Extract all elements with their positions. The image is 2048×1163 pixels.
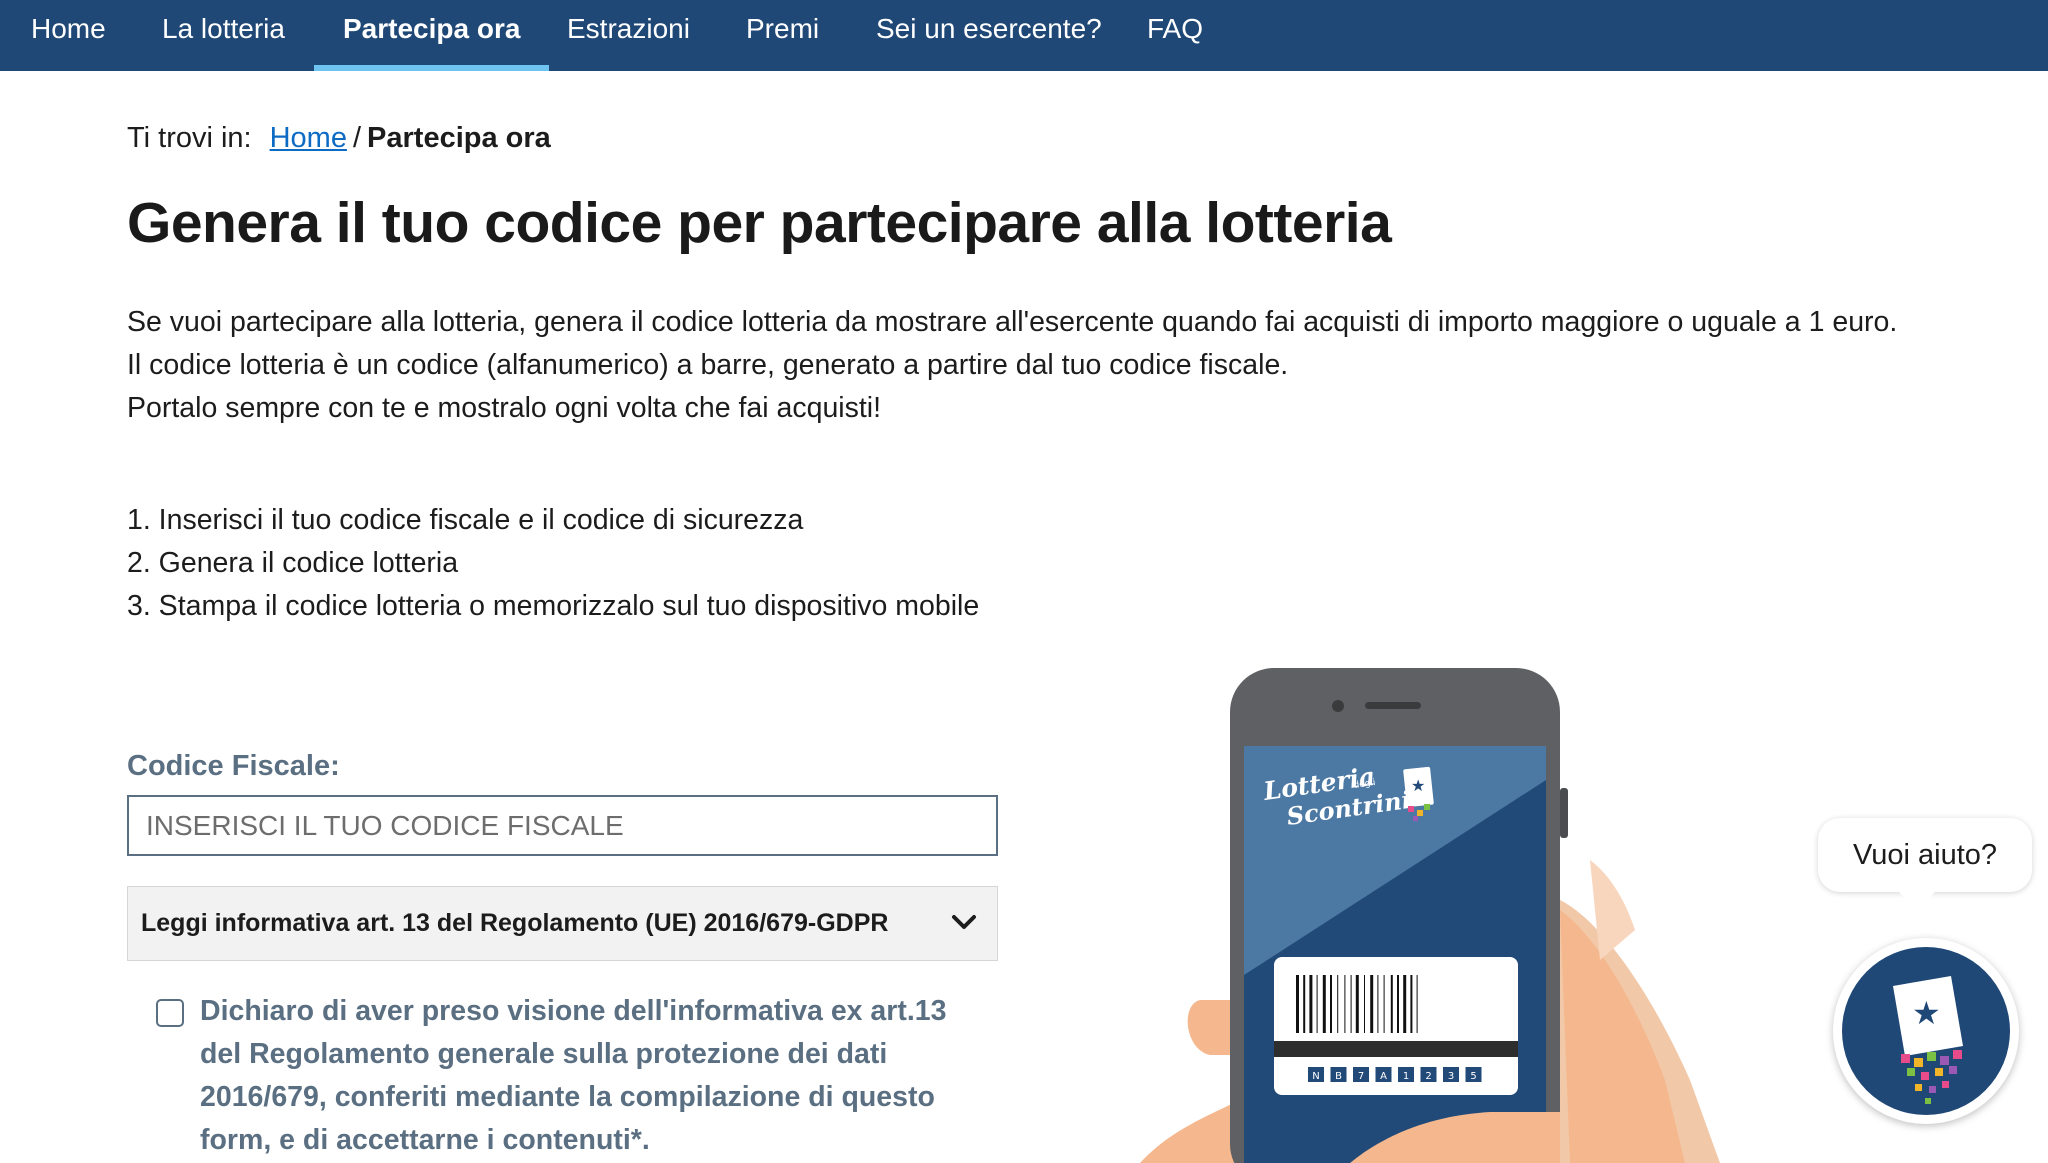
nav-item-estrazioni[interactable]: Estrazioni (567, 0, 690, 71)
breadcrumb: Ti trovi in: Home / Partecipa ora (127, 118, 551, 158)
steps-list: 1. Inserisci il tuo codice fiscale e il … (127, 499, 979, 628)
barcode-bar (1410, 975, 1413, 1033)
barcode-bar (1377, 975, 1379, 1033)
phone-camera (1332, 700, 1344, 712)
phone-illustration: Lotteria degli Scontrini ★ NB7A1235 (1140, 668, 1720, 1163)
step-item: 1. Inserisci il tuo codice fiscale e il … (127, 504, 804, 536)
codice-fiscale-label: Codice Fiscale: (127, 750, 340, 782)
consent-text: Dichiaro di aver preso visione dell'info… (200, 995, 947, 1156)
thumb-shape (1187, 1000, 1230, 1055)
page-title: Genera il tuo codice per partecipare all… (127, 191, 1392, 255)
barcode-bar (1322, 975, 1326, 1033)
barcode-bar (1296, 975, 1299, 1033)
logo-pixel (1424, 804, 1430, 810)
phone-side-button (1560, 788, 1568, 838)
nav-item-sei-un-esercente[interactable]: Sei un esercente? (876, 0, 1102, 71)
barcode-bar (1403, 975, 1407, 1033)
phone-speaker (1365, 702, 1421, 709)
code-char: 1 (1403, 1071, 1409, 1082)
logo-star-icon: ★ (1411, 776, 1425, 795)
code-char: B (1335, 1071, 1342, 1082)
logo-pixel (1413, 816, 1418, 821)
chevron-down-icon (952, 915, 976, 929)
barcode-bar (1383, 975, 1385, 1033)
nav-item-faq[interactable]: FAQ (1147, 0, 1203, 71)
barcode-bar (1330, 975, 1332, 1033)
consent-checkbox[interactable] (156, 999, 184, 1027)
svg-text:★: ★ (1912, 994, 1941, 1032)
step-item: 3. Stampa il codice lotteria o memorizza… (127, 590, 980, 622)
logo-pixel (1408, 806, 1414, 812)
code-char: 5 (1470, 1071, 1476, 1082)
barcode-bar (1350, 975, 1352, 1033)
code-char: N (1312, 1071, 1319, 1082)
barcode-bar (1397, 975, 1399, 1033)
code-char: 7 (1358, 1071, 1364, 1082)
breadcrumb-separator: / (352, 122, 362, 154)
code-char: A (1380, 1071, 1387, 1082)
nav-item-home[interactable]: Home (31, 0, 106, 71)
barcode-bar (1370, 975, 1374, 1033)
privacy-accordion[interactable]: Leggi informativa art. 13 del Regolament… (127, 886, 998, 961)
barcode-bar (1355, 975, 1359, 1033)
barcode-bar (1344, 975, 1346, 1033)
codice-fiscale-input[interactable] (127, 795, 998, 856)
nav-item-la-lotteria[interactable]: La lotteria (162, 0, 285, 71)
intro-text: Se vuoi partecipare alla lotteria, gener… (127, 301, 1907, 430)
step-item: 2. Genera il codice lotteria (127, 547, 459, 579)
logo-pixel (1417, 810, 1423, 816)
intro-paragraph: Se vuoi partecipare alla lotteria, gener… (127, 306, 1898, 338)
barcode-bar (1390, 975, 1393, 1033)
intro-paragraph: Portalo sempre con te e mostralo ogni vo… (127, 392, 882, 424)
barcode-stripe (1274, 1041, 1518, 1057)
barcode-bar (1364, 975, 1365, 1033)
code-char: 2 (1425, 1071, 1431, 1082)
barcode-bar (1416, 975, 1418, 1033)
breadcrumb-current: Partecipa ora (367, 122, 551, 154)
help-bubble[interactable]: Vuoi aiuto? (1818, 818, 2032, 910)
code-char: 3 (1448, 1071, 1454, 1082)
lottery-ticket-icon: ★ (1842, 947, 2010, 1115)
nav-item-premi[interactable]: Premi (746, 0, 819, 71)
barcode-bar (1316, 975, 1318, 1033)
help-button[interactable]: ★ (1833, 938, 2019, 1124)
intro-paragraph: Il codice lotteria è un codice (alfanume… (127, 349, 1289, 381)
barcode-bar (1337, 975, 1339, 1033)
privacy-accordion-label: Leggi informativa art. 13 del Regolament… (141, 909, 889, 937)
finger-shape (1140, 1100, 1240, 1163)
barcode-bar (1303, 975, 1306, 1033)
nav-item-partecipa-ora[interactable]: Partecipa ora (313, 0, 550, 71)
main-nav: Home La lotteria Partecipa ora Estrazion… (0, 0, 2048, 71)
breadcrumb-home-link[interactable]: Home (270, 122, 347, 154)
barcode-bar (1309, 975, 1313, 1033)
breadcrumb-prefix: Ti trovi in: (127, 122, 252, 154)
